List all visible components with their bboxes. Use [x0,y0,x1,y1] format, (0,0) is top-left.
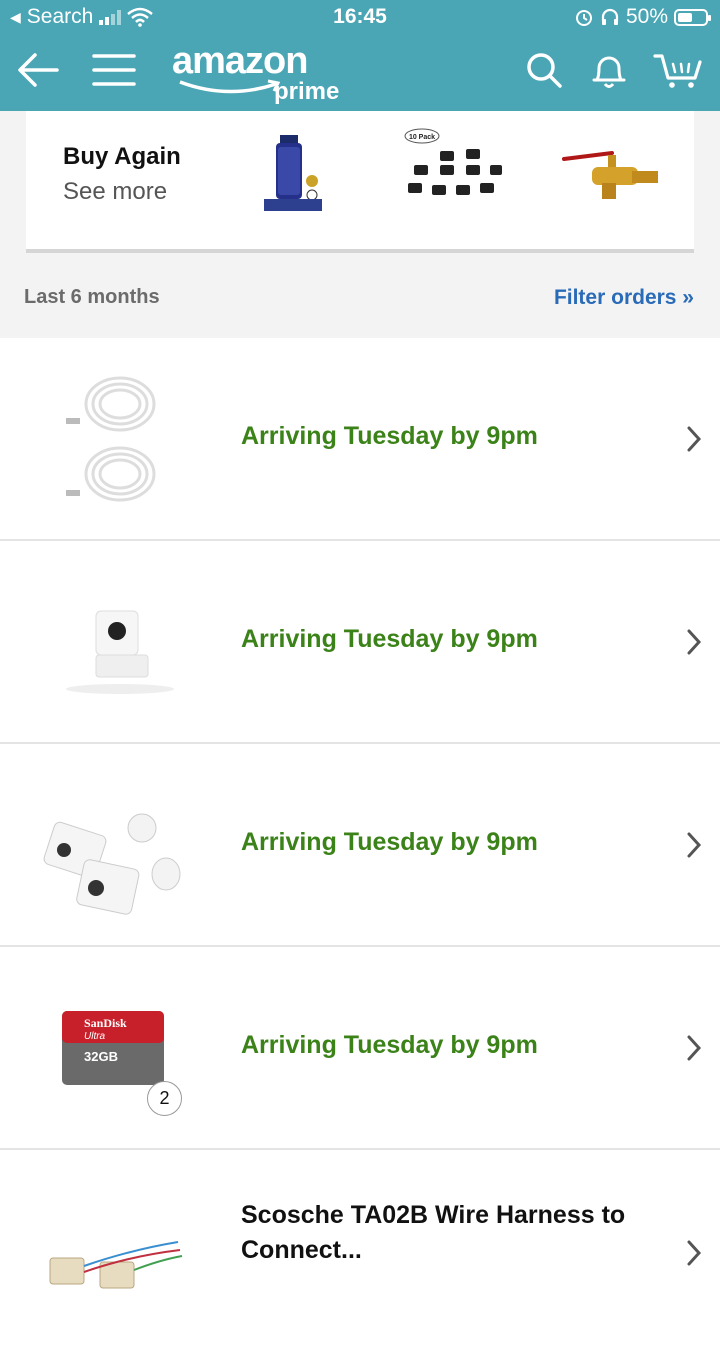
filter-orders-link[interactable]: Filter orders » [554,286,694,310]
nav-bar: amazon prime [0,34,720,111]
app-header: ◀ Search 16:45 50% amazon prime [0,0,720,111]
buy-again-title: Buy Again [63,143,181,170]
delivery-status: Arriving Tuesday by 9pm [241,1031,538,1059]
card-size: 32GB [84,1049,118,1064]
order-row[interactable]: SanDisk Ultra 32GB 2 Arriving Tuesday by… [0,947,720,1150]
chevron-right-icon[interactable] [684,1238,704,1268]
wire-harness-image [49,1241,183,1289]
headphones-icon [601,8,619,25]
logo-sub: prime [274,78,340,105]
card-brand: SanDisk [84,1016,127,1030]
delivery-status: Arriving Tuesday by 9pm [241,828,538,856]
bell-icon[interactable] [583,44,635,96]
battery-percent: 50% [625,5,668,28]
amazon-prime-logo[interactable]: amazon prime [172,40,352,105]
coupler-pack-thumb[interactable]: 10 Pack [402,127,502,215]
chevron-right-icon[interactable] [684,830,704,860]
search-icon[interactable] [518,44,570,96]
cart-icon[interactable] [652,44,704,96]
white-camera-image [66,610,174,694]
water-filter-thumb[interactable] [260,133,324,215]
order-row[interactable]: Arriving Tuesday by 9pm [0,744,720,947]
smile-icon [179,79,281,94]
order-row[interactable]: Arriving Tuesday by 9pm [0,338,720,541]
status-right: 50% [574,5,711,29]
battery-icon [674,8,711,26]
delivery-status: Arriving Tuesday by 9pm [241,625,538,653]
quantity-badge: 2 [147,1081,182,1116]
alarm-icon [575,10,592,26]
status-bar: ◀ Search 16:45 50% [0,0,720,34]
brass-valve-thumb[interactable] [562,149,662,203]
usb-cables-image [66,376,156,502]
chevron-right-icon[interactable] [684,627,704,657]
menu-icon[interactable] [88,44,140,96]
order-row[interactable]: Scosche TA02B Wire Harness to Connect... [0,1150,720,1353]
chevron-right-icon[interactable] [684,424,704,454]
card-sub: Ultra [84,1031,106,1042]
order-row[interactable]: Arriving Tuesday by 9pm [0,541,720,744]
logo-word: amazon [172,40,308,82]
chevron-right-icon[interactable] [684,1033,704,1063]
back-arrow-icon[interactable] [12,44,64,96]
item-title: Scosche TA02B Wire Harness to Connect... [241,1201,626,1264]
see-more-link[interactable]: See more [63,178,167,206]
buy-again-card[interactable]: Buy Again See more 10 Pack [26,111,694,253]
delivery-status: Arriving Tuesday by 9pm [241,422,538,450]
period-label[interactable]: Last 6 months [24,286,160,309]
wall-cameras-image [43,813,181,915]
pack-label: 10 Pack [409,134,435,141]
